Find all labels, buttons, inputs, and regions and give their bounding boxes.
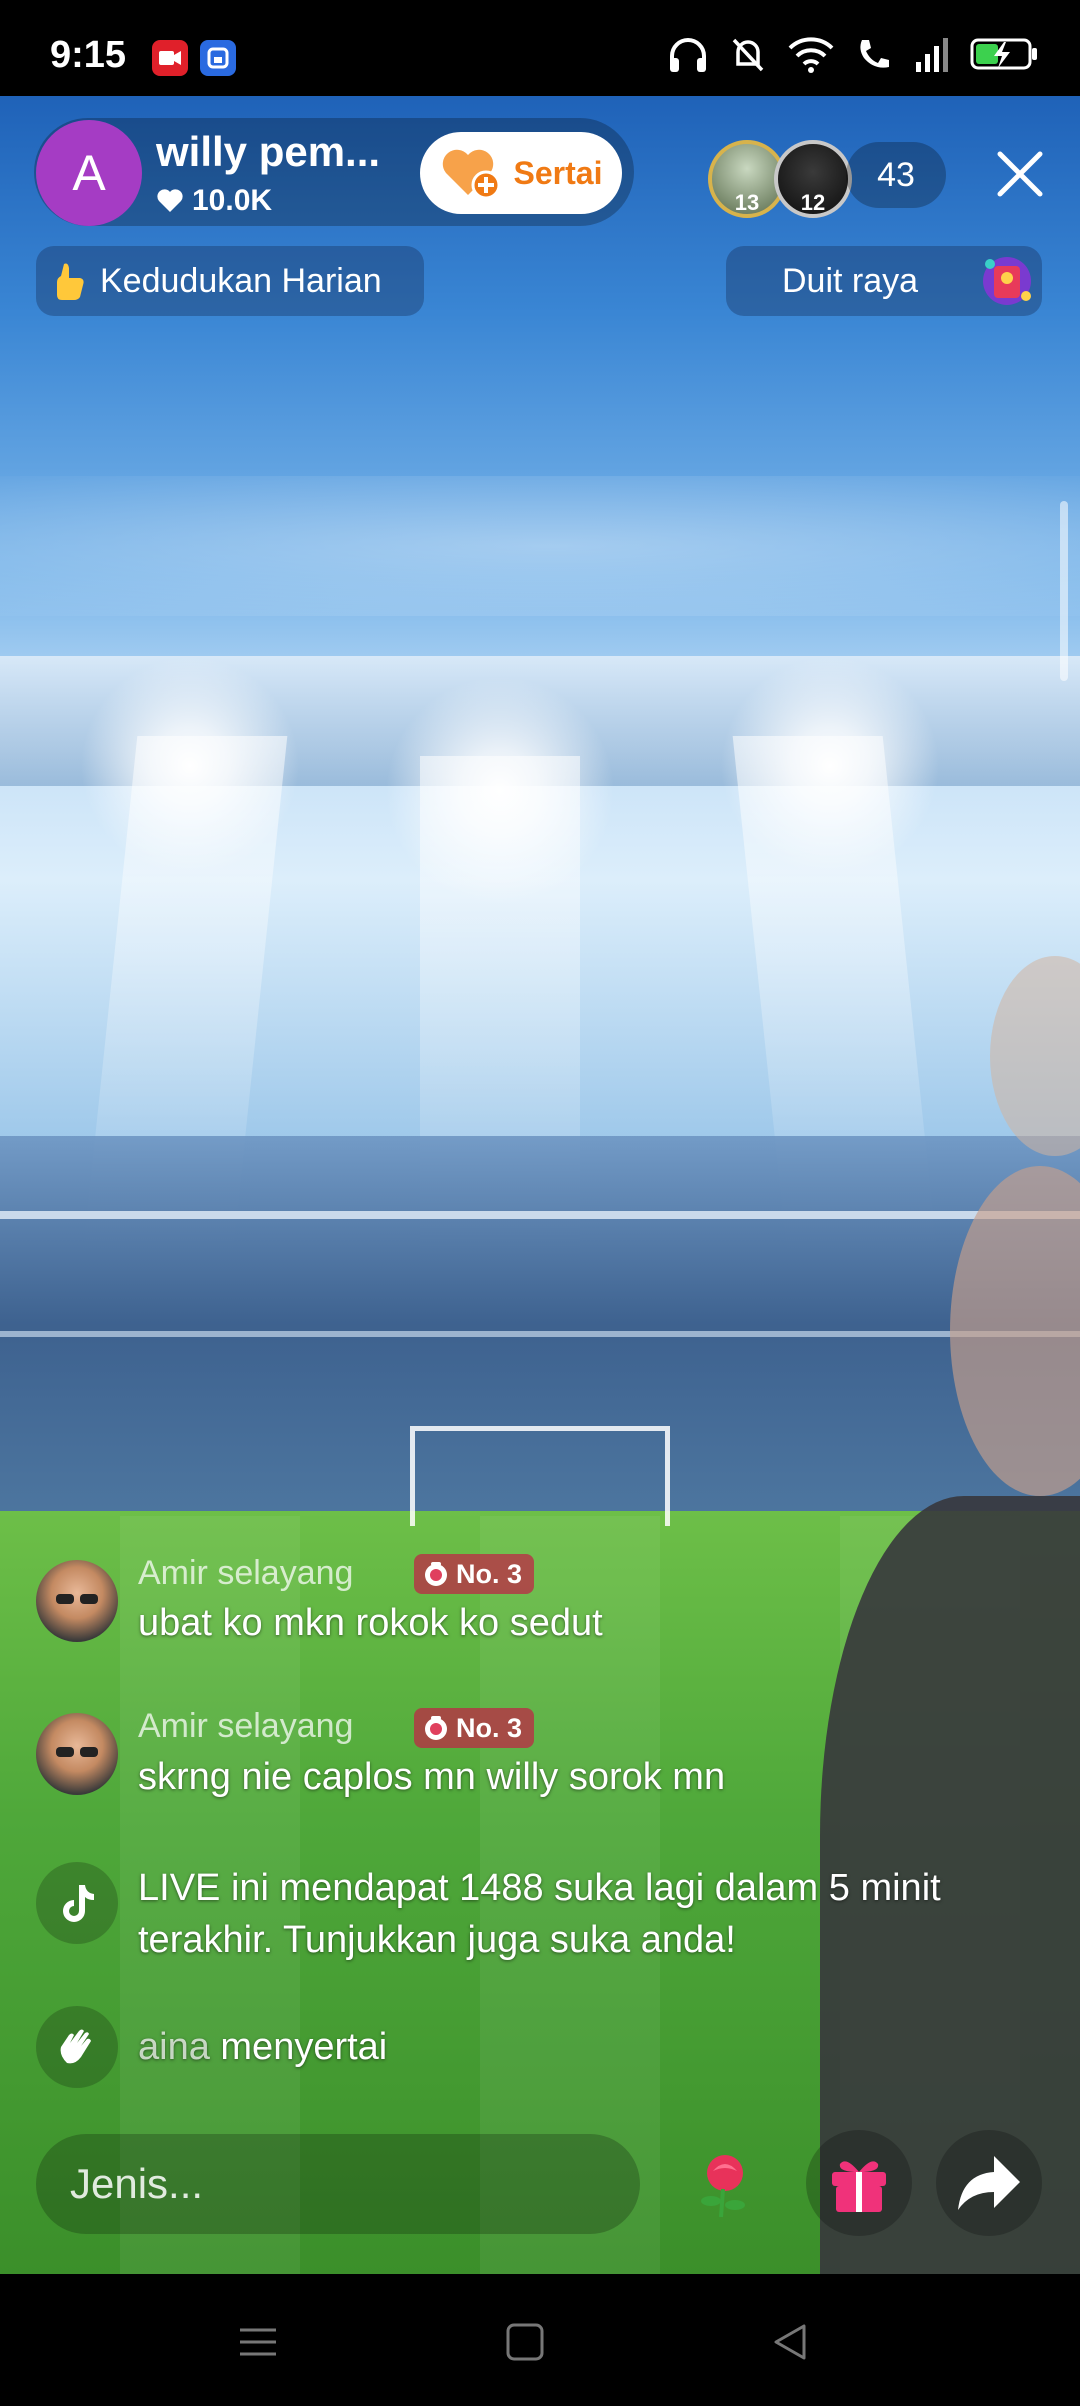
host-name[interactable]: willy pem... <box>156 128 380 176</box>
square-icon <box>506 2323 544 2361</box>
menu-icon <box>240 2328 276 2356</box>
viewer-rank: 12 <box>800 190 826 215</box>
triangle-back-icon <box>774 2324 806 2360</box>
screen-recorder-icon <box>152 40 188 76</box>
battery-charging-icon <box>970 38 1037 70</box>
clouds <box>0 476 1080 616</box>
app-notification-icon <box>200 40 236 76</box>
money-label: Duit raya <box>782 261 919 300</box>
scrollbar[interactable] <box>1060 501 1068 681</box>
viewer-avatar[interactable]: 12 <box>774 140 852 218</box>
badge-label: No. 3 <box>456 1558 523 1589</box>
likes-count: 10.0K <box>192 184 273 217</box>
comment-input[interactable]: Jenis... <box>36 2134 640 2234</box>
heart-icon <box>157 189 183 212</box>
floodlight <box>720 656 940 876</box>
fan-rank-badge: No. 3 <box>414 1708 535 1748</box>
daily-ranking-button[interactable]: Kedudukan Harian <box>36 246 424 316</box>
rose-icon <box>701 2155 745 2218</box>
follow-button[interactable]: Sertai <box>420 132 622 214</box>
share-arrow-icon <box>958 2156 1020 2210</box>
chat-username[interactable]: Amir selayang <box>138 1554 353 1593</box>
chat-message-text: skrng nie caplos mn willy sorok mn <box>138 1756 726 1798</box>
close-button[interactable] <box>990 144 1050 204</box>
system-message: LIVE ini mendapat 1488 suka lagi dalam 5… <box>138 1867 941 1961</box>
gift-button[interactable] <box>806 2130 912 2236</box>
chat-message-text: ubat ko mkn rokok ko sedut <box>138 1602 603 1644</box>
badge-icon <box>425 1716 447 1740</box>
status-bar: 9:15 <box>0 0 1080 96</box>
join-action: menyertai <box>220 2026 388 2068</box>
stand-rail <box>0 1331 1080 1337</box>
fan-rank-badge: No. 3 <box>414 1554 535 1594</box>
avatar[interactable] <box>36 1560 118 1642</box>
chat-username[interactable]: Amir selayang <box>138 1707 353 1746</box>
rose-gift-button[interactable] <box>672 2130 778 2236</box>
red-envelope-icon <box>983 257 1031 305</box>
sunglasses-icon <box>56 1594 98 1604</box>
heart-plus-icon <box>442 149 501 200</box>
viewer-count[interactable]: 43 <box>846 142 946 208</box>
avatar[interactable]: A <box>36 120 142 226</box>
badge-icon <box>425 1562 447 1586</box>
follow-label: Sertai <box>513 154 603 191</box>
bell-muted-icon <box>732 38 764 72</box>
thumbs-up-hand-icon <box>57 263 84 300</box>
host-likes: 10.0K <box>156 184 272 218</box>
share-button[interactable] <box>936 2130 1042 2236</box>
badge-label: No. 3 <box>456 1712 523 1743</box>
home-button[interactable] <box>497 2314 553 2370</box>
top-viewers[interactable]: 13 12 43 <box>706 136 946 218</box>
goal <box>410 1426 670 1526</box>
gift-icon <box>832 2161 886 2212</box>
join-username[interactable]: aina <box>138 2026 210 2068</box>
status-time: 9:15 <box>50 34 127 76</box>
wave-hand-icon <box>36 2006 118 2088</box>
headphones-icon <box>670 38 706 72</box>
floodlight <box>385 676 615 906</box>
comment-placeholder: Jenis... <box>70 2160 204 2207</box>
ranking-label: Kedudukan Harian <box>100 261 382 300</box>
stand-rail <box>0 1211 1080 1219</box>
wifi-icon <box>788 37 834 73</box>
wifi-calling-icon <box>860 40 889 68</box>
recent-apps-button[interactable] <box>230 2314 286 2370</box>
tiktok-icon <box>36 1862 118 1944</box>
avatar[interactable] <box>36 1713 118 1795</box>
duit-raya-button[interactable]: Duit raya <box>726 246 1042 316</box>
system-nav-bar <box>0 2274 1080 2406</box>
close-icon <box>997 151 1043 197</box>
join-message: aina menyertai <box>138 2026 387 2069</box>
back-button[interactable] <box>762 2314 818 2370</box>
signal-icon <box>916 38 948 72</box>
floodlight <box>80 656 300 876</box>
streamer-hand <box>990 956 1080 1156</box>
viewer-rank: 13 <box>734 190 760 215</box>
sunglasses-icon <box>56 1747 98 1757</box>
